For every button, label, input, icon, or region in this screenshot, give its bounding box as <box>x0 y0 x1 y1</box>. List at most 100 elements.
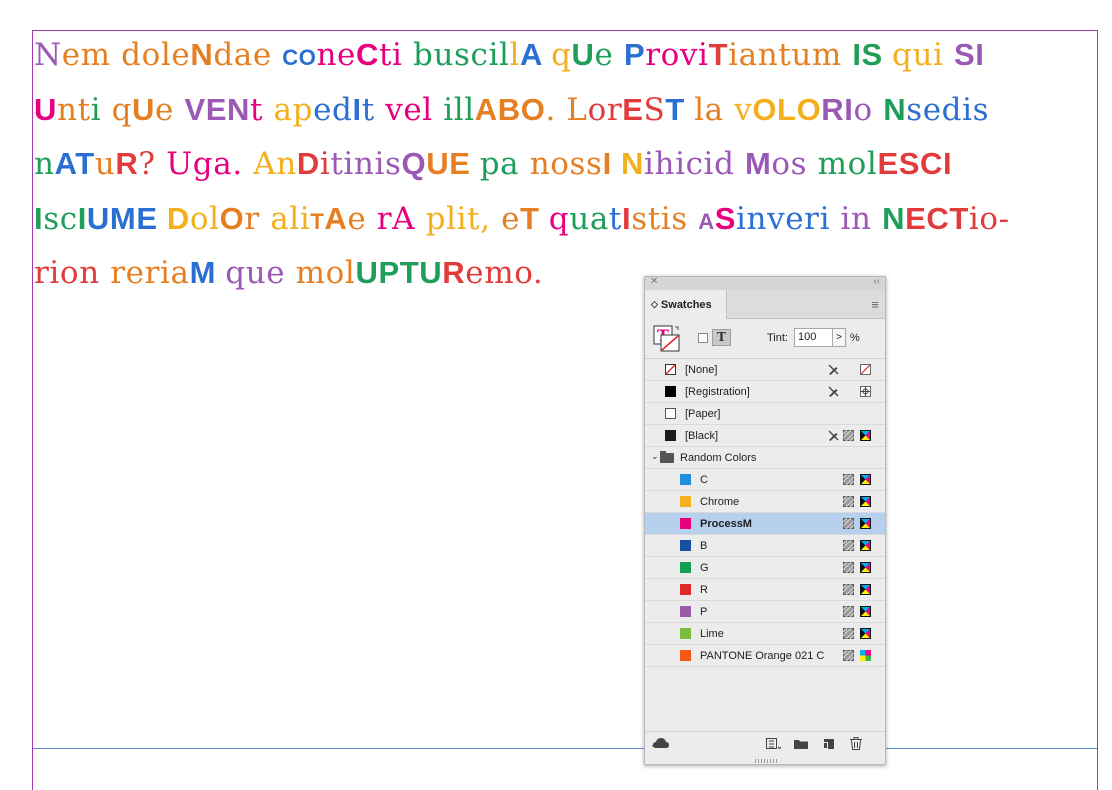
trash-icon[interactable] <box>850 737 862 750</box>
text-run: ? <box>138 146 167 182</box>
text-line: Nem doleNdae coneCti buscillA qUe ProviT… <box>34 28 1094 83</box>
text-run: d <box>714 146 745 182</box>
swatch-group-random-colors[interactable]: ⌄ Random Colors <box>645 447 885 469</box>
swatch-row[interactable]: C <box>645 469 885 491</box>
swatch-row[interactable]: P <box>645 601 885 623</box>
text-run: em <box>61 37 122 73</box>
text-line: Unti qUe VENt apedIt vel illABO. LorEST … <box>34 83 1094 138</box>
swatch-row-black[interactable]: [Black] <box>645 425 885 447</box>
swatch-row-paper[interactable]: [Paper] <box>645 403 885 425</box>
tab-swatches[interactable]: ◇ Swatches <box>645 290 727 319</box>
process-icon <box>843 430 854 441</box>
text-run: I <box>77 200 87 236</box>
panel-title-bar[interactable]: ✕ ‹‹ <box>645 276 885 290</box>
text-run: l <box>509 37 521 73</box>
tint-arrow-button[interactable]: > <box>832 328 846 347</box>
text-run: SI <box>954 37 985 72</box>
text-line: nATuR? Uga. AnDitinisQUE pa nossI Nihici… <box>34 137 1094 192</box>
cmyk-icon <box>860 518 871 529</box>
cmyk-icon <box>860 584 871 595</box>
swatch-row[interactable]: R <box>645 579 885 601</box>
new-group-icon[interactable] <box>794 737 808 750</box>
swatch-name: C <box>700 474 708 486</box>
text-run: ihici <box>644 146 715 182</box>
resize-grip[interactable] <box>755 759 777 763</box>
margin-guide <box>33 748 1097 749</box>
text-run: emo. <box>465 255 544 291</box>
swatch-row-none[interactable]: [None] <box>645 359 885 381</box>
text-run: i <box>319 146 331 182</box>
text-run: co <box>282 37 317 72</box>
swatch-row-registration[interactable]: [Registration] <box>645 381 885 403</box>
text-run: ovi <box>660 37 709 73</box>
swatch-list: [None] [Registration] [Paper] [Black] ⌄ … <box>645 358 885 667</box>
text-run: R <box>115 146 139 181</box>
text-run: D <box>296 146 320 181</box>
swatch-chip <box>665 430 676 441</box>
close-icon[interactable]: ✕ <box>650 276 658 287</box>
text-run: a <box>273 91 293 128</box>
chevron-down-icon[interactable]: ⌄ <box>651 451 659 462</box>
text-run: inveri <box>736 200 841 237</box>
text-frame[interactable]: Nem doleNdae coneCti buscillA qUe ProviT… <box>34 28 1094 301</box>
cmyk-icon <box>860 562 871 573</box>
swatch-chip <box>680 584 691 595</box>
text-run: plit, <box>425 200 502 237</box>
text-run: t <box>361 91 386 128</box>
fill-stroke-icon[interactable]: T <box>653 325 681 353</box>
swatch-row[interactable]: G <box>645 557 885 579</box>
swatch-chip <box>665 408 676 419</box>
swatch-row[interactable]: Lime <box>645 623 885 645</box>
show-swatch-kinds-icon[interactable] <box>766 737 781 750</box>
cmyk-icon <box>860 474 871 485</box>
swatch-chip <box>680 518 691 529</box>
text-run: buscil <box>413 37 510 73</box>
swatch-name: Lime <box>700 628 724 640</box>
collapse-icon[interactable]: ‹‹ <box>873 276 880 287</box>
swatch-row[interactable]: ProcessM <box>645 513 885 535</box>
process-icon <box>843 650 854 661</box>
swatch-row[interactable]: B <box>645 535 885 557</box>
swatch-row[interactable]: PANTONE Orange 021 C <box>645 645 885 667</box>
text-run: OLO <box>752 91 822 127</box>
text-run: ESCI <box>877 146 953 181</box>
text-run: I <box>621 200 632 236</box>
swatch-chip <box>680 540 691 551</box>
cmyk-icon <box>860 540 871 551</box>
pencil-cross-icon <box>828 364 839 375</box>
text-run: E <box>905 200 927 236</box>
swatch-chip <box>680 496 691 507</box>
process-icon <box>843 496 854 507</box>
text-run: tA <box>310 200 348 236</box>
text-run: n <box>34 146 55 182</box>
cloud-library-icon[interactable] <box>652 737 670 750</box>
text-run: tinis <box>330 146 402 182</box>
text-run: M <box>744 146 772 181</box>
tint-input[interactable]: 100 <box>794 328 833 347</box>
process-icon <box>843 562 854 573</box>
folder-icon <box>660 451 674 463</box>
text-run: E <box>622 91 644 127</box>
panel-menu-icon[interactable]: ≡ <box>871 297 879 312</box>
text-run: nt <box>57 91 91 128</box>
text-run: Q <box>401 146 427 181</box>
text-run: r <box>645 37 661 73</box>
text-run: q <box>548 200 570 237</box>
text-run: U <box>419 255 443 290</box>
new-swatch-icon[interactable] <box>823 737 835 750</box>
formatting-container-icon[interactable] <box>698 333 708 343</box>
text-run: N <box>227 91 251 127</box>
formatting-text-button[interactable]: T <box>712 329 731 346</box>
group-name: Random Colors <box>680 452 757 464</box>
swatch-name: Chrome <box>700 496 740 508</box>
text-run: sedis <box>906 91 990 128</box>
text-run: que <box>225 255 296 291</box>
tint-label: Tint: <box>767 332 788 344</box>
text-run: I <box>602 146 621 181</box>
text-run: p <box>292 91 314 128</box>
text-run: i <box>90 91 112 128</box>
swatch-row[interactable]: Chrome <box>645 491 885 513</box>
text-run: . <box>545 91 567 128</box>
text-run: stis <box>631 200 699 237</box>
swatch-chip <box>680 562 691 573</box>
